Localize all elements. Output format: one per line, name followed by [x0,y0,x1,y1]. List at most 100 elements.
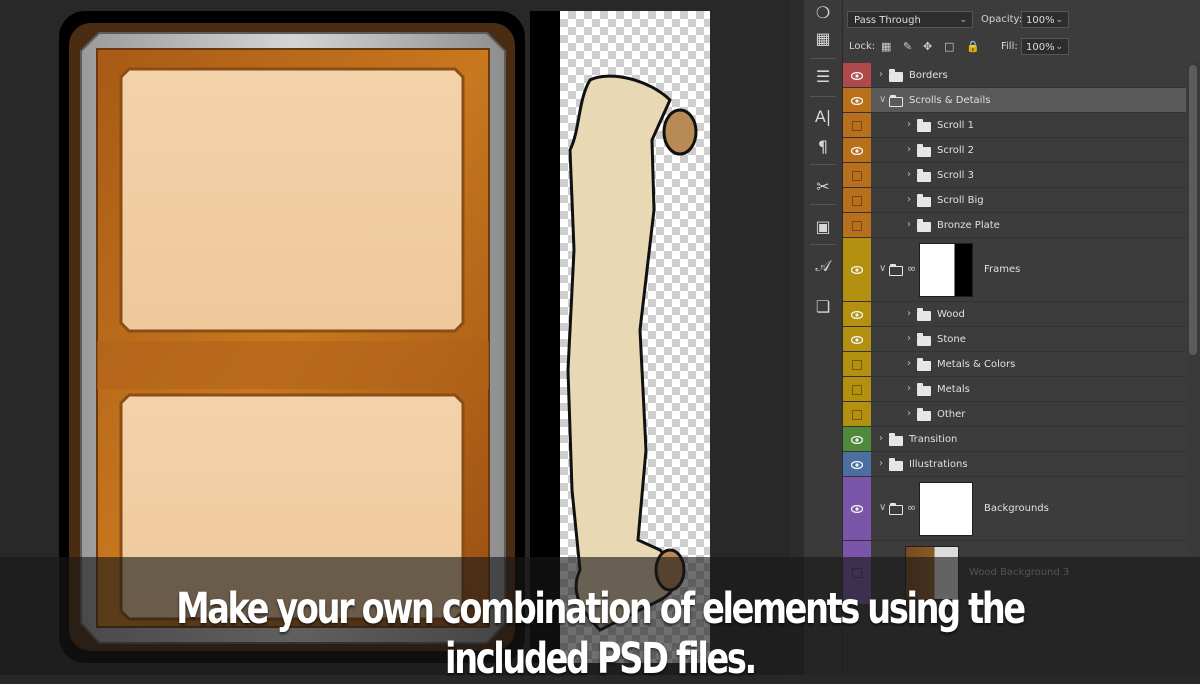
text-icon[interactable]: A| [811,104,835,128]
layer-name[interactable]: Scrolls & Details [909,95,990,106]
layer-mask-thumbnail[interactable] [919,243,973,297]
layer-row[interactable]: › Scroll 2 [843,138,1186,163]
layer-name[interactable]: Other [937,409,965,420]
blend-mode-select[interactable]: Pass Through ⌄ [847,11,973,28]
layer-color-swatch[interactable] [843,477,871,540]
scrollbar-thumb[interactable] [1189,65,1197,355]
layer-name[interactable]: Backgrounds [984,503,1049,514]
chevron-right-icon[interactable]: › [879,433,883,444]
chevron-down-icon[interactable]: ∨ [879,502,886,513]
mask-link-icon[interactable]: ∞ [907,262,916,275]
layer-color-swatch[interactable] [843,238,871,301]
layer-row[interactable]: › Illustrations [843,452,1186,477]
layer-color-swatch[interactable] [843,352,871,376]
layer-row[interactable]: › Scroll 3 [843,163,1186,188]
layer-color-swatch[interactable] [843,377,871,401]
mask-link-icon[interactable]: ∞ [907,501,916,514]
lock-all-icon[interactable]: 🔒 [966,40,980,53]
visibility-toggle[interactable] [852,170,862,181]
chevron-down-icon[interactable]: ∨ [879,94,886,105]
eye-icon[interactable] [850,504,864,514]
lock-artboard-icon[interactable]: □ [944,40,954,53]
eye-icon[interactable] [850,335,864,344]
layer-name[interactable]: Bronze Plate [937,220,1000,231]
chevron-right-icon[interactable]: › [907,408,911,419]
paragraph-icon[interactable]: ¶ [811,134,835,158]
eye-icon[interactable] [850,96,864,105]
layer-name[interactable]: Scroll 3 [937,170,974,181]
layer-color-swatch[interactable] [843,188,871,212]
chevron-right-icon[interactable]: › [879,458,883,469]
lock-image-icon[interactable]: ✎ [903,40,912,53]
chevron-right-icon[interactable]: › [907,144,911,155]
layer-name[interactable]: Frames [984,264,1020,275]
lock-transparent-icon[interactable]: ▦ [881,40,891,53]
grid-icon[interactable]: ▦ [811,26,835,50]
visibility-toggle[interactable] [852,120,862,131]
fill-field[interactable]: 100% ⌄ [1021,38,1069,55]
layer-color-swatch[interactable] [843,63,871,87]
layer-color-swatch[interactable] [843,138,871,162]
layer-name[interactable]: Scroll 1 [937,120,974,131]
chevron-right-icon[interactable]: › [907,169,911,180]
layer-color-swatch[interactable] [843,402,871,426]
layer-row[interactable]: › Borders [843,63,1186,88]
layer-row[interactable]: › Scroll 1 [843,113,1186,138]
eye-icon[interactable] [850,71,864,80]
layer-name[interactable]: Scroll 2 [937,145,974,156]
layer-row[interactable]: › Metals [843,377,1186,402]
visibility-toggle[interactable] [852,195,862,206]
layer-name[interactable]: Transition [909,434,957,445]
layer-row[interactable]: › Transition [843,427,1186,452]
layer-row[interactable]: › Stone [843,327,1186,352]
layer-color-swatch[interactable] [843,163,871,187]
chevron-right-icon[interactable]: › [907,219,911,230]
visibility-toggle[interactable] [852,220,862,231]
layer-name[interactable]: Wood [937,309,965,320]
layer-color-swatch[interactable] [843,88,871,112]
layer-name[interactable]: Scroll Big [937,195,984,206]
chevron-right-icon[interactable]: › [907,333,911,344]
layer-name[interactable]: Metals & Colors [937,359,1015,370]
opacity-field[interactable]: 100% ⌄ [1021,11,1069,28]
layer-row[interactable]: › Wood [843,302,1186,327]
eye-icon[interactable] [850,310,864,319]
layer-row[interactable]: › Scroll Big [843,188,1186,213]
layer-name[interactable]: Borders [909,70,948,81]
eye-icon[interactable] [850,435,864,444]
chevron-right-icon[interactable]: › [907,194,911,205]
layer-mask-thumbnail[interactable] [919,482,973,536]
layer-name[interactable]: Stone [937,334,966,345]
layer-color-swatch[interactable] [843,213,871,237]
chevron-right-icon[interactable]: › [907,383,911,394]
chevron-right-icon[interactable]: › [879,69,883,80]
layer-color-swatch[interactable] [843,327,871,351]
layer-color-swatch[interactable] [843,113,871,137]
layer-color-swatch[interactable] [843,452,871,476]
layer-name[interactable]: Illustrations [909,459,968,470]
layer-row[interactable]: ∨ ∞ Frames [843,238,1186,302]
layer-color-swatch[interactable] [843,302,871,326]
frame-icon[interactable]: ▣ [811,214,835,238]
layer-row[interactable]: ∨ ∞ Backgrounds [843,477,1186,541]
chevron-right-icon[interactable]: › [907,119,911,130]
eye-icon[interactable] [850,146,864,155]
chevron-right-icon[interactable]: › [907,308,911,319]
cubes-icon[interactable]: ❏ [811,294,835,318]
chevron-right-icon[interactable]: › [907,358,911,369]
scissors-icon[interactable]: ✂ [811,174,835,198]
layer-row[interactable]: › Bronze Plate [843,213,1186,238]
lock-position-icon[interactable]: ✥ [923,40,932,53]
visibility-toggle[interactable] [852,409,862,420]
glyph-icon[interactable]: 𝒜 [811,254,835,278]
visibility-toggle[interactable] [852,384,862,395]
layer-row[interactable]: › Metals & Colors [843,352,1186,377]
palette-icon[interactable]: ❍ [811,0,835,24]
visibility-toggle[interactable] [852,359,862,370]
layer-row[interactable]: ∨ Scrolls & Details [843,88,1186,113]
chevron-down-icon[interactable]: ∨ [879,263,886,274]
layer-name[interactable]: Metals [937,384,970,395]
eye-icon[interactable] [850,460,864,469]
stamp-list-icon[interactable]: ☰ [811,64,835,88]
eye-icon[interactable] [850,265,864,275]
